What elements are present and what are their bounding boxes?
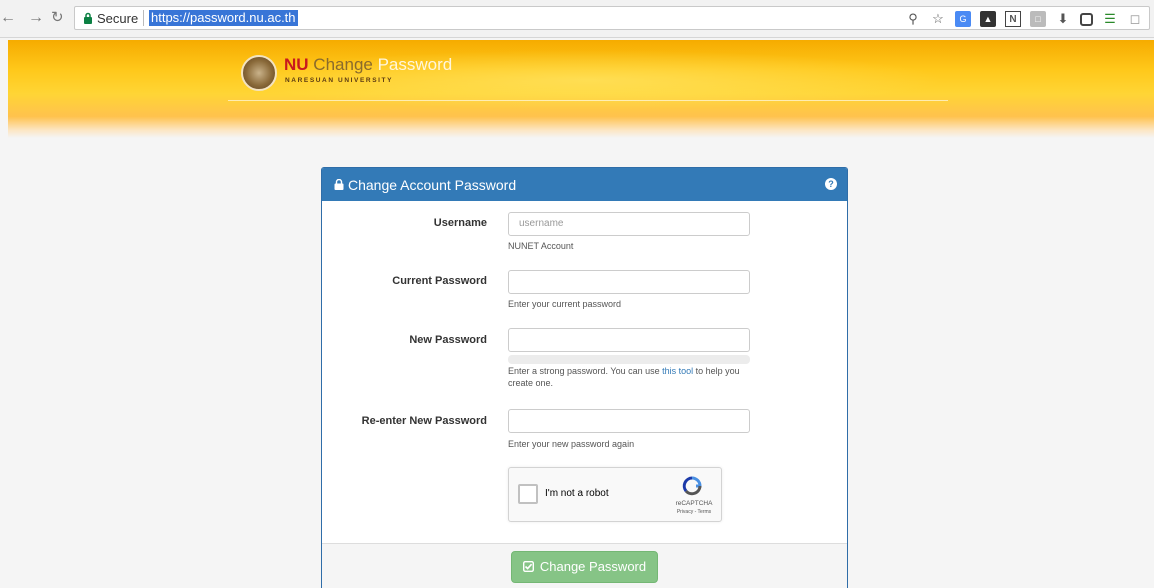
url-divider [143, 10, 144, 26]
header-banner: NU Change Password NARESUAN UNIVERSITY [8, 40, 1154, 138]
zoom-icon[interactable]: ⚲ [905, 11, 921, 27]
cast-icon[interactable]: ◻ [1127, 11, 1143, 27]
recaptcha-widget: I'm not a robot reCAPTCHA Privacy - Term… [508, 467, 722, 522]
translate-extension-icon[interactable]: G [955, 11, 971, 27]
help-text-start: Enter a strong password. You can use [508, 366, 663, 376]
pdf-extension-icon[interactable]: □ [1030, 11, 1046, 27]
change-password-button-label: Change Password [539, 559, 647, 574]
checkbox-check-icon [522, 561, 534, 572]
reenter-password-label: Re-enter New Password [361, 415, 487, 427]
reenter-password-help: Enter your new password again [508, 439, 635, 449]
recaptcha-logo-icon [682, 476, 702, 496]
panel-footer: Change Password [322, 543, 847, 588]
bookmark-star-icon[interactable]: ☆ [930, 11, 946, 27]
password-tool-link[interactable]: this tool [662, 366, 693, 376]
extension-icon[interactable]: ▲ [980, 11, 996, 27]
logo-change: Change [313, 55, 373, 74]
logo-password: Password [377, 55, 453, 74]
forward-icon[interactable]: → [28, 9, 44, 27]
username-help: NUNET Account [508, 241, 574, 251]
current-password-label: Current Password [392, 275, 487, 287]
panel-title: Change Account Password [348, 177, 517, 193]
new-password-label: New Password [409, 334, 487, 346]
secure-label: Secure [97, 11, 139, 26]
logo-nu: NU [284, 55, 309, 74]
current-password-input[interactable] [508, 270, 750, 294]
change-password-button[interactable]: Change Password [511, 551, 658, 583]
site-logo[interactable]: NU Change Password [284, 56, 452, 74]
shield-extension-icon[interactable]: ☰ [1102, 11, 1118, 27]
recaptcha-label: I'm not a robot [545, 488, 609, 499]
reenter-password-input[interactable] [508, 409, 750, 433]
chat-extension-icon[interactable] [1080, 12, 1093, 26]
reload-icon[interactable]: ↻ [51, 9, 64, 27]
lock-icon [334, 179, 344, 190]
help-icon[interactable]: ? [825, 178, 837, 190]
back-icon[interactable]: ← [0, 9, 16, 27]
current-password-help: Enter your current password [508, 299, 622, 309]
logo-university-name: NARESUAN UNIVERSITY [285, 77, 394, 84]
recaptcha-brand: reCAPTCHA [675, 500, 713, 507]
browser-toolbar: ← → ↻ Secure https://password.nu.ac.th ⚲… [0, 0, 1154, 38]
username-label: Username [433, 217, 487, 229]
new-password-input[interactable] [508, 328, 750, 352]
new-password-help: Enter a strong password. You can use thi… [508, 365, 758, 389]
url-text[interactable]: https://password.nu.ac.th [149, 10, 298, 26]
recaptcha-terms[interactable]: Privacy - Terms [672, 509, 716, 515]
password-strength-meter [508, 355, 750, 364]
lock-icon [84, 12, 92, 24]
n-extension-icon[interactable]: N [1005, 11, 1021, 27]
change-password-panel: Change Account Password ? Username usern… [321, 167, 848, 588]
username-input[interactable]: username [508, 212, 750, 236]
toolbar-icons: ⚲ ☆ G ▲ N □ ⬇ ☰ ◻ [905, 10, 1143, 28]
download-icon[interactable]: ⬇ [1055, 11, 1071, 27]
panel-header: Change Account Password ? [322, 168, 847, 201]
university-seal-icon [241, 55, 277, 91]
address-bar[interactable]: Secure https://password.nu.ac.th ⚲ ☆ G ▲… [74, 6, 1150, 30]
recaptcha-checkbox[interactable] [518, 484, 538, 504]
banner-divider [228, 100, 948, 101]
